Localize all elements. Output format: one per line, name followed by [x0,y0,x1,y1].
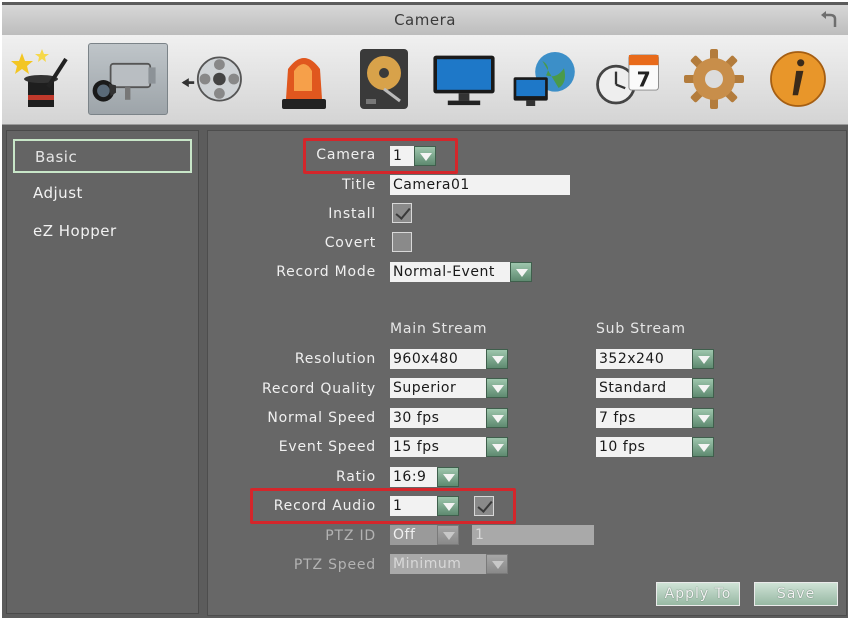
ptz-address-field[interactable]: 1 [472,525,594,545]
record-reel-icon[interactable] [178,43,258,115]
record-quality-main-dropdown-icon[interactable] [486,378,508,398]
ptz-id-dropdown-icon[interactable] [437,525,459,545]
ratio-label: Ratio [336,469,376,485]
install-label: Install [328,206,376,222]
event-speed-label: Event Speed [278,439,376,455]
camera-icon[interactable] [88,43,168,115]
camera-label: Camera [316,147,376,163]
normal-speed-sub-select[interactable]: 7 fps [596,408,692,428]
record-quality-sub-select[interactable]: Standard [596,378,692,398]
event-speed-main-dropdown-icon[interactable] [486,437,508,457]
install-checkbox[interactable] [392,203,412,223]
monitor-icon[interactable] [428,43,508,115]
sidebar: Basic Adjust eZ Hopper [6,130,199,614]
resolution-sub-dropdown-icon[interactable] [692,349,714,369]
network-globe-icon[interactable] [510,43,590,115]
main-stream-header: Main Stream [390,321,488,337]
normal-speed-main-select[interactable]: 30 fps [390,408,486,428]
camera-dropdown-icon[interactable] [414,146,436,166]
sidebar-item-ez-hopper[interactable]: eZ Hopper [13,215,192,249]
record-audio-checkbox[interactable] [474,496,494,516]
main-toolbar: 7 [2,35,848,125]
schedule-day: 7 [637,67,651,91]
ptz-speed-label: PTZ Speed [293,557,376,573]
covert-checkbox[interactable] [392,232,412,252]
ptz-speed-select[interactable]: Minimum [390,554,486,574]
normal-speed-sub-dropdown-icon[interactable] [692,408,714,428]
record-mode-label: Record Mode [276,264,376,280]
normal-speed-main-dropdown-icon[interactable] [486,408,508,428]
covert-label: Covert [324,235,376,251]
resolution-sub-select[interactable]: 352x240 [596,349,692,369]
resolution-label: Resolution [294,351,376,367]
record-quality-sub-dropdown-icon[interactable] [692,378,714,398]
ptz-speed-dropdown-icon[interactable] [486,554,508,574]
record-quality-main-select[interactable]: Superior [390,378,486,398]
event-speed-main-select[interactable]: 15 fps [390,437,486,457]
ptz-id-select[interactable]: Off [390,525,438,545]
event-speed-sub-dropdown-icon[interactable] [692,437,714,457]
alarm-light-icon[interactable] [268,43,340,115]
sidebar-item-adjust[interactable]: Adjust [13,177,192,211]
resolution-main-dropdown-icon[interactable] [486,349,508,369]
ratio-select[interactable]: 16:9 [390,467,438,487]
schedule-icon[interactable]: 7 [592,43,670,115]
window-title: Camera [394,11,456,29]
record-audio-dropdown-icon[interactable] [437,496,459,516]
event-speed-sub-select[interactable]: 10 fps [596,437,692,457]
save-button[interactable]: Save [754,582,838,606]
normal-speed-label: Normal Speed [267,410,376,426]
sidebar-item-basic[interactable]: Basic [13,139,192,173]
sub-stream-header: Sub Stream [596,321,686,337]
record-mode-dropdown-icon[interactable] [510,262,532,282]
wizard-icon[interactable] [8,43,80,115]
title-field[interactable]: Camera01 [390,175,570,195]
record-audio-label: Record Audio [273,498,376,514]
record-quality-label: Record Quality [261,381,376,397]
title-bar: Camera [2,5,848,35]
back-arrow-icon[interactable] [818,10,840,30]
resolution-main-select[interactable]: 960x480 [390,349,486,369]
record-audio-select[interactable]: 1 [390,496,438,516]
settings-gear-icon[interactable] [678,43,750,115]
settings-panel: Camera 1 Title Camera01 Install Covert R… [207,130,847,616]
record-mode-select[interactable]: Normal-Event [390,262,512,282]
apply-to-button[interactable]: Apply To [656,582,740,606]
hard-disk-icon[interactable] [348,43,420,115]
ratio-dropdown-icon[interactable] [437,467,459,487]
info-icon[interactable] [762,43,842,115]
title-label: Title [341,177,376,193]
ptz-id-label: PTZ ID [325,528,376,544]
